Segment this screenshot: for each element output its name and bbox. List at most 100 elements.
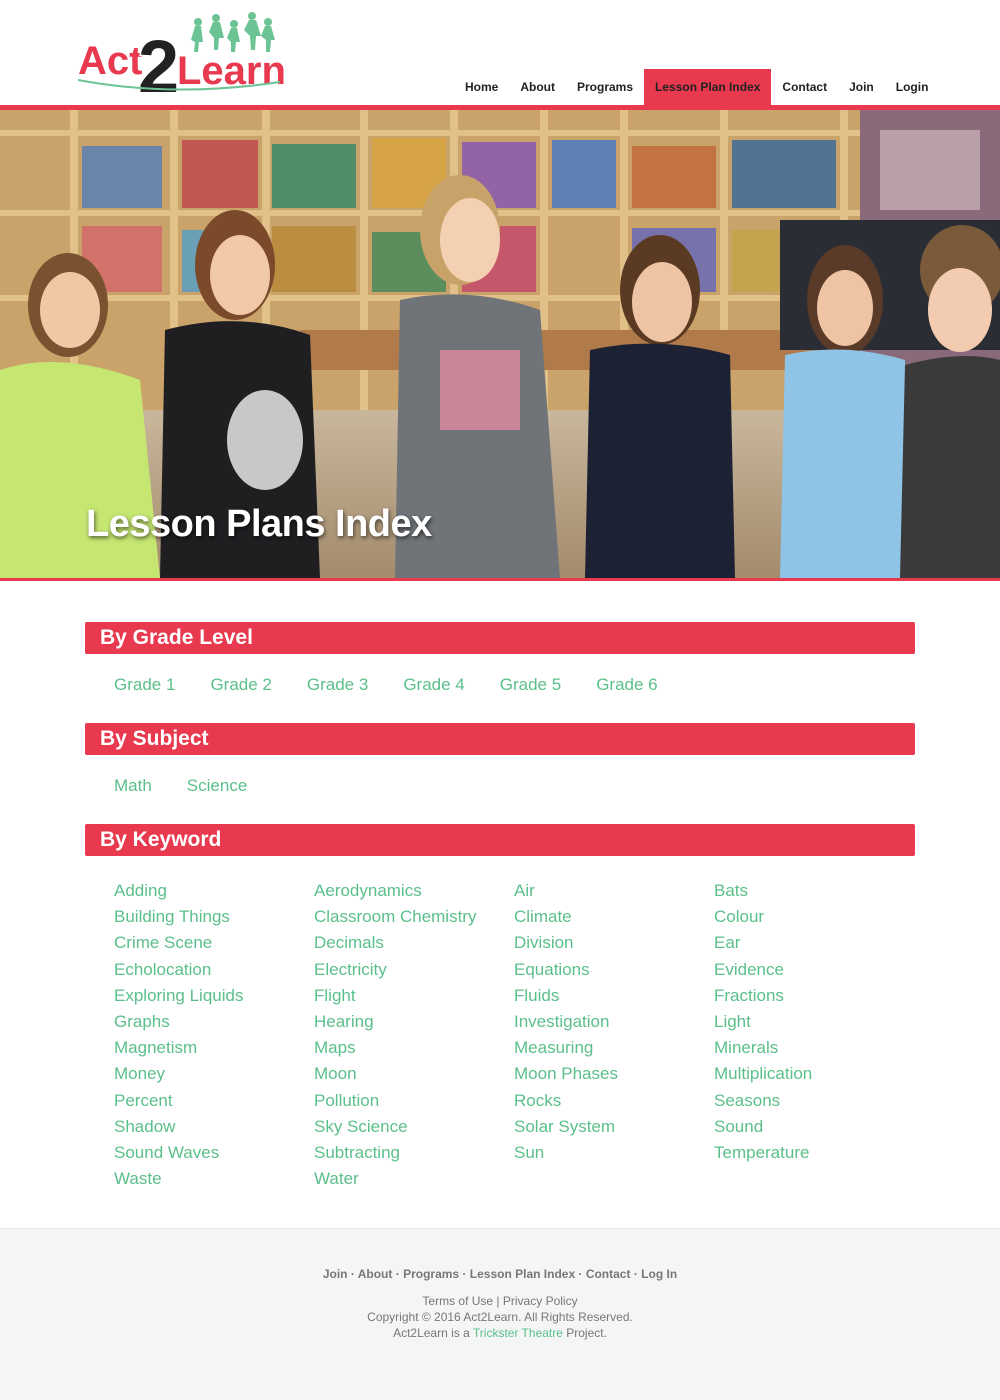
keyword-link[interactable]: Climate: [514, 904, 714, 930]
subject-heading: By Subject: [85, 723, 915, 755]
page-title: Lesson Plans Index: [86, 503, 432, 545]
project-prefix: Act2Learn is a: [393, 1326, 473, 1340]
grade-link-5[interactable]: Grade 5: [500, 675, 561, 695]
keyword-link[interactable]: Seasons: [714, 1088, 914, 1114]
grade-links: Grade 1 Grade 2 Grade 3 Grade 4 Grade 5 …: [114, 675, 658, 695]
keyword-link[interactable]: Ear: [714, 930, 914, 956]
footer-link-join[interactable]: Join: [323, 1267, 348, 1281]
footer-separator: ·: [392, 1267, 404, 1281]
footer-link-about[interactable]: About: [358, 1267, 393, 1281]
nav-lesson-plan-index[interactable]: Lesson Plan Index: [644, 69, 772, 106]
keyword-link[interactable]: Money: [114, 1061, 314, 1087]
subject-heading-text: By Subject: [100, 727, 209, 750]
keyword-link[interactable]: Subtracting: [314, 1140, 514, 1166]
keyword-link[interactable]: Shadow: [114, 1114, 314, 1140]
keyword-link[interactable]: Hearing: [314, 1009, 514, 1035]
keyword-link[interactable]: Building Things: [114, 904, 314, 930]
keyword-link[interactable]: Division: [514, 930, 714, 956]
main-nav: Home About Programs Lesson Plan Index Co…: [454, 69, 939, 106]
keyword-heading-text: By Keyword: [100, 828, 222, 851]
footer-link-contact[interactable]: Contact: [586, 1267, 631, 1281]
keyword-link[interactable]: Percent: [114, 1088, 314, 1114]
keyword-link[interactable]: Measuring: [514, 1035, 714, 1061]
subject-links: Math Science: [114, 776, 247, 796]
footer-pipe: |: [493, 1294, 503, 1308]
keyword-link[interactable]: Pollution: [314, 1088, 514, 1114]
dancing-figures-icon: [191, 12, 275, 52]
footer-separator: ·: [347, 1267, 358, 1281]
act2learn-logo[interactable]: Act 2 Learn: [74, 8, 287, 110]
site-footer: Join · About · Programs · Lesson Plan In…: [0, 1228, 1000, 1400]
keyword-link[interactable]: Rocks: [514, 1088, 714, 1114]
keyword-link[interactable]: Magnetism: [114, 1035, 314, 1061]
nav-login[interactable]: Login: [885, 69, 940, 106]
subject-link-math[interactable]: Math: [114, 776, 152, 796]
keyword-link[interactable]: Fractions: [714, 983, 914, 1009]
grade-link-2[interactable]: Grade 2: [210, 675, 271, 695]
keyword-link[interactable]: Evidence: [714, 957, 914, 983]
nav-contact[interactable]: Contact: [771, 69, 838, 106]
keyword-column-1: Adding Building Things Crime Scene Echol…: [114, 878, 314, 1192]
keyword-link[interactable]: Air: [514, 878, 714, 904]
keyword-link[interactable]: Equations: [514, 957, 714, 983]
keyword-link[interactable]: Multiplication: [714, 1061, 914, 1087]
keyword-link[interactable]: Echolocation: [114, 957, 314, 983]
project-credit: Act2Learn is a Trickster Theatre Project…: [0, 1326, 1000, 1340]
footer-link-lesson-plan-index[interactable]: Lesson Plan Index: [470, 1267, 575, 1281]
grade-link-4[interactable]: Grade 4: [403, 675, 464, 695]
trickster-theatre-link[interactable]: Trickster Theatre: [473, 1326, 563, 1340]
grade-link-1[interactable]: Grade 1: [114, 675, 175, 695]
keyword-link[interactable]: Crime Scene: [114, 930, 314, 956]
privacy-link[interactable]: Privacy Policy: [503, 1294, 578, 1308]
keyword-column-3: Air Climate Division Equations Fluids In…: [514, 878, 714, 1166]
keyword-link[interactable]: Solar System: [514, 1114, 714, 1140]
nav-programs[interactable]: Programs: [566, 69, 644, 106]
keyword-link[interactable]: Graphs: [114, 1009, 314, 1035]
keyword-link[interactable]: Light: [714, 1009, 914, 1035]
keyword-column-2: Aerodynamics Classroom Chemistry Decimal…: [314, 878, 514, 1192]
footer-separator: ·: [459, 1267, 470, 1281]
nav-about[interactable]: About: [509, 69, 566, 106]
footer-nav: Join · About · Programs · Lesson Plan In…: [0, 1267, 1000, 1281]
keyword-link[interactable]: Sound Waves: [114, 1140, 314, 1166]
footer-legal: Terms of Use | Privacy Policy: [0, 1294, 1000, 1308]
keyword-link[interactable]: Classroom Chemistry: [314, 904, 514, 930]
grade-level-heading: By Grade Level: [85, 622, 915, 654]
grade-link-6[interactable]: Grade 6: [596, 675, 657, 695]
footer-link-programs[interactable]: Programs: [403, 1267, 459, 1281]
keyword-link[interactable]: Moon: [314, 1061, 514, 1087]
keyword-column-4: Bats Colour Ear Evidence Fractions Light…: [714, 878, 914, 1166]
svg-text:Act: Act: [78, 39, 142, 83]
nav-home[interactable]: Home: [454, 69, 509, 106]
footer-link-log-in[interactable]: Log In: [641, 1267, 677, 1281]
hero-banner: Lesson Plans Index: [0, 110, 1000, 578]
keyword-link[interactable]: Bats: [714, 878, 914, 904]
keyword-link[interactable]: Adding: [114, 878, 314, 904]
footer-separator: ·: [575, 1267, 586, 1281]
keyword-link[interactable]: Exploring Liquids: [114, 983, 314, 1009]
svg-text:Learn: Learn: [177, 49, 286, 93]
keyword-link[interactable]: Fluids: [514, 983, 714, 1009]
nav-join[interactable]: Join: [838, 69, 885, 106]
project-suffix: Project.: [562, 1326, 607, 1340]
keyword-link[interactable]: Sound: [714, 1114, 914, 1140]
keyword-link[interactable]: Waste: [114, 1166, 314, 1192]
keyword-heading: By Keyword: [85, 824, 915, 856]
keyword-link[interactable]: Colour: [714, 904, 914, 930]
keyword-link[interactable]: Decimals: [314, 930, 514, 956]
keyword-link[interactable]: Minerals: [714, 1035, 914, 1061]
keyword-link[interactable]: Sun: [514, 1140, 714, 1166]
keyword-link[interactable]: Sky Science: [314, 1114, 514, 1140]
subject-link-science[interactable]: Science: [187, 776, 247, 796]
keyword-link[interactable]: Maps: [314, 1035, 514, 1061]
hero-divider: [0, 578, 1000, 581]
keyword-link[interactable]: Moon Phases: [514, 1061, 714, 1087]
grade-link-3[interactable]: Grade 3: [307, 675, 368, 695]
keyword-link[interactable]: Aerodynamics: [314, 878, 514, 904]
keyword-link[interactable]: Water: [314, 1166, 514, 1192]
keyword-link[interactable]: Electricity: [314, 957, 514, 983]
keyword-link[interactable]: Flight: [314, 983, 514, 1009]
terms-link[interactable]: Terms of Use: [422, 1294, 493, 1308]
keyword-link[interactable]: Investigation: [514, 1009, 714, 1035]
keyword-link[interactable]: Temperature: [714, 1140, 914, 1166]
